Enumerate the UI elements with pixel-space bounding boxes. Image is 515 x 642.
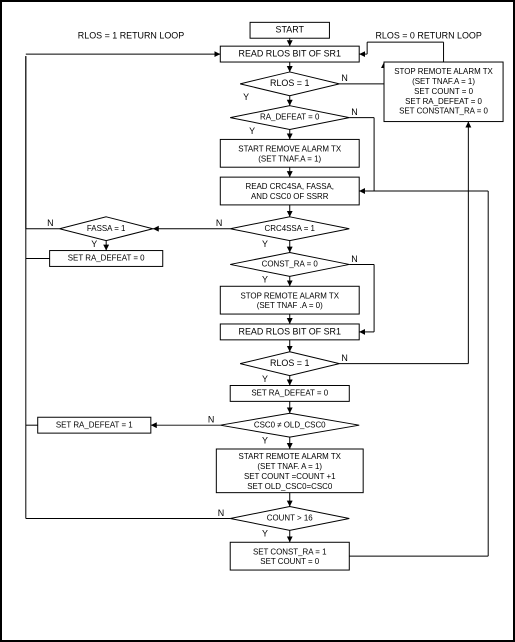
svg-text:N: N xyxy=(341,73,347,83)
svg-text:READ CRC4SA, FASSA,: READ CRC4SA, FASSA, xyxy=(245,182,333,191)
svg-text:N: N xyxy=(218,508,224,518)
svg-text:SET RA_DEFEAT = 1: SET RA_DEFEAT = 1 xyxy=(56,420,133,429)
svg-text:RLOS = 1: RLOS = 1 xyxy=(270,358,309,368)
svg-text:CRC4SSA = 1: CRC4SSA = 1 xyxy=(265,224,316,233)
svg-text:FASSA = 1: FASSA = 1 xyxy=(87,224,126,233)
svg-text:SET OLD_CSC0=CSC0: SET OLD_CSC0=CSC0 xyxy=(247,482,333,491)
svg-text:(SET TNAF.A = 1): (SET TNAF.A = 1) xyxy=(412,77,475,86)
svg-text:SET CONST_RA = 1: SET CONST_RA = 1 xyxy=(253,547,327,556)
svg-text:N: N xyxy=(351,107,357,117)
svg-text:START: START xyxy=(276,25,305,35)
svg-text:N: N xyxy=(216,218,222,228)
svg-text:Y: Y xyxy=(249,126,255,136)
svg-text:READ RLOS BIT OF SR1: READ RLOS BIT OF SR1 xyxy=(239,326,342,336)
svg-text:STOP REMOTE ALARM TX: STOP REMOTE ALARM TX xyxy=(394,67,493,76)
svg-text:Y: Y xyxy=(262,435,268,445)
svg-text:SET RA_DEFEAT = 0: SET RA_DEFEAT = 0 xyxy=(251,389,328,398)
svg-text:SET COUNT = 0: SET COUNT = 0 xyxy=(260,557,320,566)
svg-text:Y: Y xyxy=(262,239,268,249)
svg-text:SET RA_DEFEAT = 0: SET RA_DEFEAT = 0 xyxy=(405,97,482,106)
svg-text:N: N xyxy=(208,415,214,425)
svg-text:CSC0 ≠ OLD_CSC0: CSC0 ≠ OLD_CSC0 xyxy=(254,420,326,429)
svg-text:READ RLOS BIT OF SR1: READ RLOS BIT OF SR1 xyxy=(239,48,342,58)
svg-text:Y: Y xyxy=(262,275,268,285)
svg-text:START REMOTE ALARM TX: START REMOTE ALARM TX xyxy=(239,452,342,461)
svg-text:SET COUNT =COUNT +1: SET COUNT =COUNT +1 xyxy=(244,472,336,481)
svg-text:(SET TNAF. A = 1): (SET TNAF. A = 1) xyxy=(257,462,322,471)
svg-text:N: N xyxy=(47,218,53,228)
svg-text:Y: Y xyxy=(262,374,268,384)
svg-text:(SET TNAF.A = 1): (SET TNAF.A = 1) xyxy=(258,154,321,163)
svg-text:COUNT > 16: COUNT > 16 xyxy=(267,514,313,523)
svg-text:(SET TNAF .A = 0): (SET TNAF .A = 0) xyxy=(257,301,323,310)
svg-text:SET RA_DEFEAT = 0: SET RA_DEFEAT = 0 xyxy=(68,254,145,263)
svg-text:AND CSC0 OF SSRR: AND CSC0 OF SSRR xyxy=(251,192,329,201)
svg-text:START REMOVE ALARM TX: START REMOVE ALARM TX xyxy=(238,144,342,153)
svg-text:Y: Y xyxy=(262,529,268,539)
rlos0-return-loop-label: RLOS = 0 RETURN LOOP xyxy=(375,31,481,41)
svg-text:SET CONSTANT_RA = 0: SET CONSTANT_RA = 0 xyxy=(399,107,488,116)
svg-text:RLOS = 1: RLOS = 1 xyxy=(270,78,309,88)
rlos1-return-loop-label: RLOS = 1 RETURN LOOP xyxy=(78,31,184,41)
svg-text:N: N xyxy=(351,254,357,264)
svg-text:RA_DEFEAT = 0: RA_DEFEAT = 0 xyxy=(260,113,320,122)
svg-text:N: N xyxy=(341,353,347,363)
flowchart-svg: RLOS = 1 RETURN LOOP RLOS = 0 RETURN LOO… xyxy=(2,2,513,640)
svg-text:SET COUNT = 0: SET COUNT = 0 xyxy=(414,87,474,96)
svg-text:CONST_RA = 0: CONST_RA = 0 xyxy=(262,260,319,269)
svg-text:Y: Y xyxy=(91,239,97,249)
svg-text:Y: Y xyxy=(243,92,249,102)
svg-text:STOP REMOTE ALARM TX: STOP REMOTE ALARM TX xyxy=(240,291,339,300)
